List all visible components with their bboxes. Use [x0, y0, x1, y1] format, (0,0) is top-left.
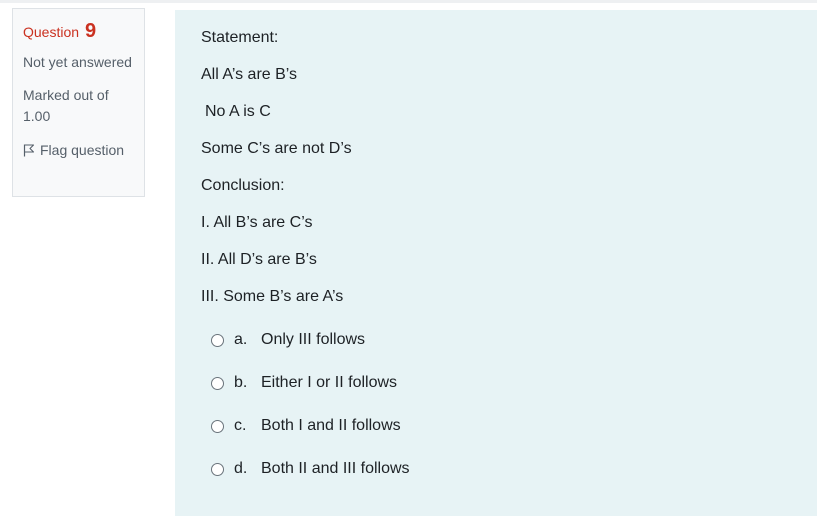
radio-button-c[interactable] — [211, 419, 224, 433]
question-number-heading: Question 9 — [23, 21, 134, 42]
question-line: III. Some B’s are A’s — [201, 288, 344, 305]
radio-button-a[interactable] — [211, 333, 224, 347]
question-info-panel: Question 9 Not yet answered Marked out o… — [12, 8, 145, 197]
question-formulation: Statement: All A’s are B’s No A is C Som… — [175, 10, 817, 516]
question-grade: Marked out of 1.00 — [23, 85, 134, 127]
top-divider — [0, 0, 817, 3]
question-state: Not yet answered — [23, 54, 132, 70]
question-line: Statement: — [201, 29, 279, 46]
flag-question-link[interactable]: Flag question — [23, 141, 134, 159]
option-letter: b. — [234, 374, 248, 391]
flag-question-label: Flag question — [40, 142, 125, 158]
answer-option-d[interactable]: d. Both II and III follows — [211, 458, 817, 480]
grade-value: 1.00 — [23, 108, 51, 124]
option-text[interactable]: Only III follows — [261, 331, 365, 349]
question-label: Question — [23, 24, 80, 40]
option-letter: a. — [234, 331, 248, 348]
question-number: 9 — [84, 20, 97, 42]
radio-button-d[interactable] — [211, 462, 224, 476]
answer-option-b[interactable]: b. Either I or II follows — [211, 372, 817, 394]
answer-option-a[interactable]: a. Only III follows — [211, 329, 817, 351]
question-line: All A’s are B’s — [201, 66, 298, 83]
flag-icon — [23, 143, 35, 156]
radio-button-b[interactable] — [211, 376, 224, 390]
question-line: II. All D’s are B’s — [201, 251, 317, 268]
option-letter: c. — [234, 417, 247, 434]
question-line: No A is C — [205, 103, 271, 120]
option-text[interactable]: Both II and III follows — [261, 460, 410, 478]
grade-label: Marked out of — [23, 87, 109, 103]
option-text[interactable]: Either I or II follows — [261, 374, 397, 392]
answer-option-c[interactable]: c. Both I and II follows — [211, 415, 817, 437]
option-text[interactable]: Both I and II follows — [261, 417, 401, 435]
question-text: Statement: All A’s are B’s No A is C Som… — [201, 27, 817, 307]
question-line: I. All B’s are C’s — [201, 214, 313, 231]
question-line: Conclusion: — [201, 177, 285, 194]
answer-options: a. Only III follows b. Either I or II fo… — [201, 329, 817, 480]
question-line: Some C’s are not D’s — [201, 140, 352, 157]
option-letter: d. — [234, 460, 248, 477]
